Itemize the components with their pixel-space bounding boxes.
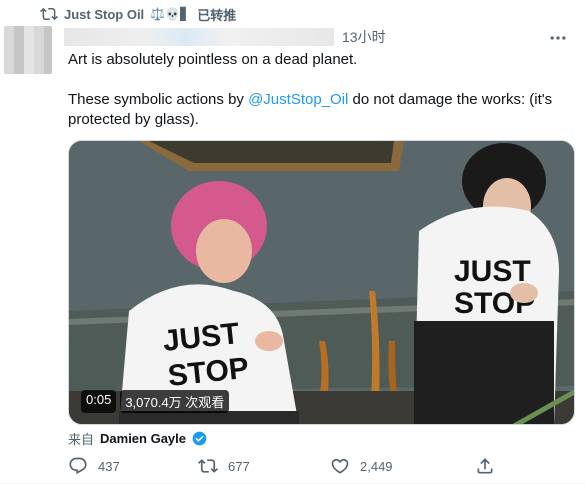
video-duration: 0:05 (81, 390, 117, 413)
shirt-text-right-1: JUST (454, 255, 531, 288)
video-player[interactable]: JUST STOP JUST STOP 0:05 3,070.4万 次观看 (68, 140, 575, 425)
tweet[interactable]: Just Stop Oil ⚖️💀▋ 已转推 13小时 Art is absol… (0, 0, 586, 484)
tweet-text: Art is absolutely pointless on a dead pl… (68, 50, 568, 130)
source-name[interactable]: Damien Gayle (100, 431, 186, 446)
verified-badge-icon (192, 431, 207, 446)
share-button[interactable] (475, 456, 495, 476)
tweet-text-line1: Art is absolutely pointless on a dead pl… (68, 51, 358, 68)
video-views: 3,070.4万 次观看 (120, 390, 230, 413)
video-frame: JUST STOP JUST STOP (69, 141, 574, 424)
retweet-label: 已转推 (197, 7, 237, 23)
retweet-header: Just Stop Oil ⚖️💀▋ 已转推 (40, 4, 236, 24)
text-pre: These symbolic actions by (68, 91, 249, 108)
tweet-text-line2: These symbolic actions by @JustStop_Oil … (68, 90, 568, 130)
video-source: 来自 Damien Gayle (68, 429, 207, 448)
retweeter-emoji: ⚖️💀▋ (150, 7, 190, 21)
action-bar: 437 677 2,449 (68, 456, 568, 480)
avatar[interactable] (4, 26, 52, 74)
reply-icon (69, 457, 87, 475)
from-prefix: 来自 (68, 432, 95, 447)
author-name-blurred[interactable] (64, 28, 334, 46)
share-icon (477, 458, 493, 474)
heart-icon (331, 458, 349, 474)
retweet-button[interactable]: 677 (198, 456, 250, 476)
retweeter-name[interactable]: Just Stop Oil (64, 7, 144, 22)
mention-link[interactable]: @JustStop_Oil (248, 91, 348, 108)
tweet-time[interactable]: 13小时 (342, 27, 386, 47)
reply-button[interactable]: 437 (68, 456, 120, 476)
more-options-icon[interactable] (548, 28, 568, 48)
retweet-count: 677 (228, 458, 250, 474)
like-count: 2,449 (360, 458, 393, 474)
video-badges: 0:05 3,070.4万 次观看 (81, 390, 230, 413)
retweet-icon (40, 7, 58, 21)
reply-count: 437 (98, 458, 120, 474)
retweet-action-icon (198, 459, 218, 473)
like-button[interactable]: 2,449 (330, 456, 393, 476)
